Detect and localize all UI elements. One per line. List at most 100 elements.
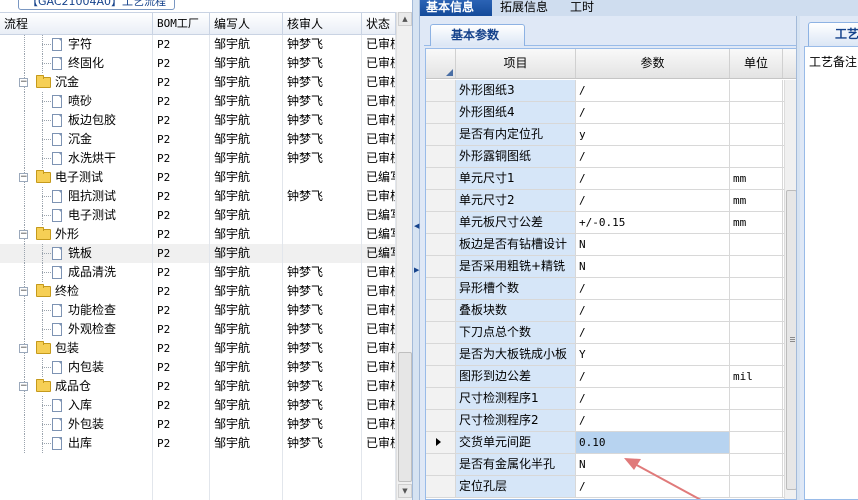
tab-extended-info[interactable]: 拓展信息 xyxy=(500,0,548,16)
row-indicator-header[interactable] xyxy=(426,49,456,78)
collapse-toggle-icon[interactable]: − xyxy=(19,173,28,182)
parameter-row[interactable]: 外形露铜图纸 / xyxy=(426,146,797,168)
tree-cell-process[interactable]: − 沉金 xyxy=(0,73,153,92)
parameter-unit-cell[interactable]: mil xyxy=(730,366,783,387)
tree-node[interactable]: 成品清洗 xyxy=(52,263,116,282)
collapse-toggle-icon[interactable]: − xyxy=(19,287,28,296)
tree-row[interactable]: 出库 P2邹宇航钟梦飞已审核 xyxy=(0,434,396,453)
row-indicator[interactable] xyxy=(426,124,456,145)
scroll-up-icon[interactable]: ▲ xyxy=(398,12,412,26)
collapse-toggle-icon[interactable]: − xyxy=(19,344,28,353)
column-header-process[interactable]: 流程 xyxy=(0,13,153,35)
tree-row[interactable]: 喷砂 P2邹宇航钟梦飞已审核 xyxy=(0,92,396,111)
parameter-value-cell[interactable]: / xyxy=(576,388,730,409)
row-indicator[interactable] xyxy=(426,410,456,431)
row-indicator[interactable] xyxy=(426,102,456,123)
parameter-row[interactable]: 板边是否有钻槽设计 N xyxy=(426,234,797,256)
tree-row[interactable]: 入库 P2邹宇航钟梦飞已审核 xyxy=(0,396,396,415)
tree-row[interactable]: − 成品仓 P2邹宇航钟梦飞已审核 xyxy=(0,377,396,396)
tab-basic-parameters[interactable]: 基本参数 xyxy=(430,24,525,46)
collapse-left-icon[interactable]: ◀ xyxy=(414,222,419,230)
parameter-row[interactable]: 叠板块数 / xyxy=(426,300,797,322)
row-indicator[interactable] xyxy=(426,212,456,233)
parameter-row[interactable]: 是否有金属化半孔 N xyxy=(426,454,797,476)
parameter-value-cell[interactable]: +/-0.15 xyxy=(576,212,730,233)
parameter-value-cell[interactable]: / xyxy=(576,190,730,211)
row-indicator[interactable] xyxy=(426,278,456,299)
parameter-unit-cell[interactable] xyxy=(730,124,783,145)
tree-cell-process[interactable]: 沉金 xyxy=(0,130,153,149)
column-header-parameter[interactable]: 参数 xyxy=(576,49,730,78)
tree-cell-process[interactable]: − 包装 xyxy=(0,339,153,358)
tree-cell-process[interactable]: 水洗烘干 xyxy=(0,149,153,168)
parameter-value-cell[interactable]: / xyxy=(576,168,730,189)
tree-row[interactable]: 阻抗测试 P2邹宇航钟梦飞已审核 xyxy=(0,187,396,206)
parameter-row[interactable]: 定位孔层 / xyxy=(426,476,797,498)
parameter-unit-cell[interactable] xyxy=(730,278,783,299)
parameter-unit-cell[interactable] xyxy=(730,410,783,431)
tree-cell-process[interactable]: − 成品仓 xyxy=(0,377,153,396)
tree-cell-process[interactable]: 外观检查 xyxy=(0,320,153,339)
tree-node[interactable]: 沉金 xyxy=(36,73,79,92)
tree-node[interactable]: 功能检查 xyxy=(52,301,116,320)
tree-node[interactable]: 终固化 xyxy=(52,54,104,73)
tree-node[interactable]: 包装 xyxy=(36,339,79,358)
tree-row[interactable]: 终固化 P2邹宇航钟梦飞已审核 xyxy=(0,54,396,73)
row-indicator[interactable] xyxy=(426,146,456,167)
parameter-row[interactable]: 单元尺寸2/mm xyxy=(426,190,797,212)
parameter-row[interactable]: 异形槽个数 / xyxy=(426,278,797,300)
tree-cell-process[interactable]: 功能检查 xyxy=(0,301,153,320)
tree-cell-process[interactable]: − 外形 xyxy=(0,225,153,244)
row-indicator[interactable] xyxy=(426,476,456,497)
row-indicator[interactable] xyxy=(426,80,456,101)
parameter-row[interactable]: 图形到边公差 / mil xyxy=(426,366,797,388)
process-flow-tab[interactable]: 【GAC21004A0】工艺流程 xyxy=(18,0,176,10)
tree-cell-process[interactable]: 字符 xyxy=(0,35,153,54)
collapse-toggle-icon[interactable]: − xyxy=(19,230,28,239)
tree-vertical-scrollbar[interactable]: ▲ ▼ xyxy=(396,12,412,500)
tree-cell-process[interactable]: 阻抗测试 xyxy=(0,187,153,206)
collapse-right-icon[interactable]: ▶ xyxy=(414,266,419,274)
parameter-row[interactable]: 交货单元间距 0.10 xyxy=(426,432,797,454)
parameter-value-cell[interactable]: / xyxy=(576,366,730,387)
parameter-row[interactable]: 单元尺寸1/mm xyxy=(426,168,797,190)
parameter-value-cell[interactable]: / xyxy=(576,300,730,321)
tree-node[interactable]: 铣板 xyxy=(52,244,92,263)
parameter-value-cell[interactable]: / xyxy=(576,322,730,343)
parameter-unit-cell[interactable] xyxy=(730,344,783,365)
tab-work-hours[interactable]: 工时 xyxy=(570,0,594,16)
tree-cell-process[interactable]: 铣板 xyxy=(0,244,153,263)
tree-cell-process[interactable]: 内包装 xyxy=(0,358,153,377)
column-header-status[interactable]: 状态 xyxy=(362,13,396,35)
tree-row[interactable]: 板边包胶 P2邹宇航钟梦飞已审核 xyxy=(0,111,396,130)
tree-node[interactable]: 外观检查 xyxy=(52,320,116,339)
parameter-unit-cell[interactable] xyxy=(730,256,783,277)
tree-node[interactable]: 成品仓 xyxy=(36,377,91,396)
parameter-unit-cell[interactable]: mm xyxy=(730,212,783,233)
parameter-unit-cell[interactable] xyxy=(730,102,783,123)
parameter-value-cell[interactable]: N xyxy=(576,256,730,277)
parameter-value-cell[interactable]: 0.10 xyxy=(576,432,730,453)
parameter-unit-cell[interactable] xyxy=(730,454,783,475)
tree-row[interactable]: − 终检 P2邹宇航钟梦飞已审核 xyxy=(0,282,396,301)
tree-cell-process[interactable]: 喷砂 xyxy=(0,92,153,111)
row-indicator[interactable] xyxy=(426,388,456,409)
tree-node[interactable]: 喷砂 xyxy=(52,92,92,111)
panel-splitter[interactable]: ◀ ▶ xyxy=(412,0,420,500)
column-header-bom-factory[interactable]: BOM工厂 xyxy=(153,13,210,35)
parameter-row[interactable]: 单元板尺寸公差 +/-0.15 mm xyxy=(426,212,797,234)
parameter-unit-cell[interactable] xyxy=(730,300,783,321)
parameter-row[interactable]: 下刀点总个数 / xyxy=(426,322,797,344)
parameter-unit-cell[interactable] xyxy=(730,80,783,101)
tree-cell-process[interactable]: 出库 xyxy=(0,434,153,453)
tree-row[interactable]: 内包装 P2邹宇航钟梦飞已审核 xyxy=(0,358,396,377)
parameter-unit-cell[interactable] xyxy=(730,322,783,343)
column-header-item[interactable]: 项目 xyxy=(456,49,576,78)
tree-row[interactable]: − 外形 P2邹宇航 已编写 xyxy=(0,225,396,244)
tree-row[interactable]: 外包装 P2邹宇航钟梦飞已审核 xyxy=(0,415,396,434)
parameter-row[interactable]: 外形图纸4/ xyxy=(426,102,797,124)
parameter-unit-cell[interactable] xyxy=(730,234,783,255)
tree-row[interactable]: 外观检查 P2邹宇航钟梦飞已审核 xyxy=(0,320,396,339)
tree-cell-process[interactable]: − 电子测试 xyxy=(0,168,153,187)
tree-node[interactable]: 外形 xyxy=(36,225,79,244)
